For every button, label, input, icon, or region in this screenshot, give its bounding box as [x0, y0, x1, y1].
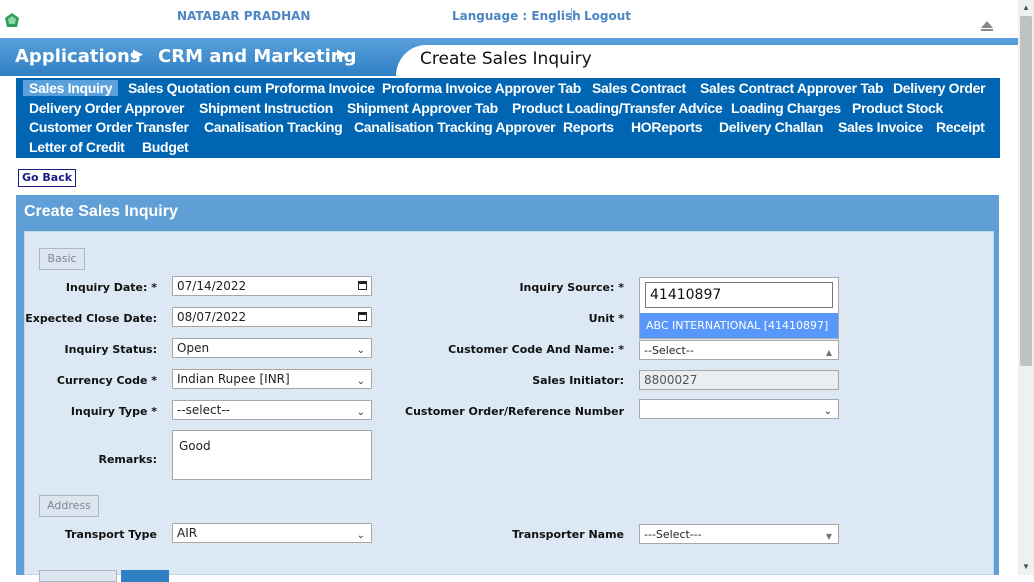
- breadcrumb-module[interactable]: CRM and Marketing: [158, 46, 356, 67]
- menu-item-receipt[interactable]: Receipt: [936, 119, 985, 135]
- customer-code-select[interactable]: --Select-- ▲: [639, 340, 839, 360]
- customer-code-label: Customer Code And Name: *: [448, 343, 624, 356]
- menu-item-budget[interactable]: Budget: [142, 139, 189, 155]
- menu-item-sales-inquiry[interactable]: Sales Inquiry: [23, 80, 119, 96]
- basic-section-button[interactable]: Basic: [39, 248, 85, 270]
- currency-code-select[interactable]: Indian Rupee [INR] ⌄: [172, 369, 372, 389]
- inquiry-status-label: Inquiry Status:: [64, 343, 157, 356]
- menu-item-shipment-approver[interactable]: Shipment Approver Tab: [347, 100, 498, 116]
- menu-item-canalisation-tracking[interactable]: Canalisation Tracking: [204, 119, 343, 135]
- transporter-name-value: ---Select---: [644, 528, 702, 541]
- remarks-textarea[interactable]: Good: [172, 430, 372, 480]
- menu-item-product-stock[interactable]: Product Stock: [852, 100, 943, 116]
- chevron-down-icon: ⌄: [356, 345, 365, 356]
- menu-item-product-loading[interactable]: Product Loading/Transfer Advice: [512, 100, 723, 116]
- menu-item-shipment-instruction[interactable]: Shipment Instruction: [199, 100, 333, 116]
- menu-item-horeports[interactable]: HOReports: [631, 119, 703, 135]
- chevron-down-icon: ▼: [825, 532, 832, 541]
- menu-item-reports[interactable]: Reports: [563, 119, 614, 135]
- calendar-icon[interactable]: [358, 312, 367, 321]
- module-menu: Sales Inquiry Sales Quotation cum Profor…: [16, 78, 1000, 158]
- menu-item-delivery-challan[interactable]: Delivery Challan: [719, 119, 823, 135]
- panel-title: Create Sales Inquiry: [24, 203, 178, 220]
- chevron-down-icon: ⌄: [356, 407, 365, 418]
- customer-search-input[interactable]: 41410897: [645, 282, 833, 308]
- inquiry-source-label: Inquiry Source: *: [519, 281, 624, 294]
- menu-item-loading-charges[interactable]: Loading Charges: [731, 100, 841, 116]
- customer-order-ref-select[interactable]: ⌄: [639, 399, 839, 419]
- menu-item-sales-contract-approver[interactable]: Sales Contract Approver Tab: [700, 80, 884, 96]
- dropdown-option[interactable]: ABC INTERNATIONAL [41410897]: [640, 313, 838, 338]
- chevron-down-icon: ⌄: [356, 376, 365, 387]
- address-section-button[interactable]: Address: [39, 495, 99, 517]
- chevron-up-icon: ▲: [825, 348, 832, 357]
- inquiry-type-select[interactable]: --select-- ⌄: [172, 400, 372, 420]
- reset-button[interactable]: [39, 570, 117, 582]
- menu-item-sales-invoice[interactable]: Sales Invoice: [838, 119, 923, 135]
- chevron-down-icon: ⌄: [356, 530, 365, 541]
- chevron-right-icon: ▶: [337, 46, 347, 61]
- scroll-down-arrow-icon[interactable]: ▼: [1018, 559, 1034, 575]
- inquiry-type-label: Inquiry Type *: [70, 405, 157, 418]
- expected-close-date-value: 08/07/2022: [177, 310, 247, 324]
- customer-order-ref-label: Customer Order/Reference Number: [405, 405, 624, 418]
- chevron-down-icon: ⌄: [823, 406, 832, 417]
- user-name: NATABAR PRADHAN: [177, 9, 311, 23]
- menu-item-delivery-order[interactable]: Delivery Order: [893, 80, 986, 96]
- transport-type-value: AIR: [177, 526, 198, 540]
- menu-item-canalisation-approver[interactable]: Canalisation Tracking Approver: [354, 119, 556, 135]
- inquiry-date-value: 07/14/2022: [177, 279, 247, 293]
- inquiry-type-value: --select--: [177, 403, 230, 417]
- transport-type-label: Transport Type: [64, 528, 157, 541]
- expected-close-date-input[interactable]: 08/07/2022: [172, 307, 372, 327]
- inquiry-status-select[interactable]: Open ⌄: [172, 338, 372, 358]
- scroll-up-arrow-icon[interactable]: ▲: [1018, 0, 1034, 16]
- home-logo-icon[interactable]: [4, 12, 20, 28]
- transporter-name-label: Transporter Name: [512, 528, 624, 541]
- calendar-icon[interactable]: [358, 281, 367, 290]
- vertical-scrollbar[interactable]: ▲ ▼: [1018, 0, 1034, 575]
- unit-label: Unit *: [588, 312, 624, 325]
- breadcrumb-applications[interactable]: Applications: [15, 46, 141, 67]
- inquiry-status-value: Open: [177, 341, 210, 355]
- language-selector[interactable]: Language : English: [452, 9, 581, 23]
- customer-code-value: --Select--: [644, 344, 694, 357]
- sales-initiator-label: Sales Initiator:: [532, 374, 624, 387]
- menu-item-customer-order-transfer[interactable]: Customer Order Transfer: [29, 119, 189, 135]
- currency-code-label: Currency Code *: [56, 374, 157, 387]
- inquiry-date-input[interactable]: 07/14/2022: [172, 276, 372, 296]
- logout-link[interactable]: Logout: [584, 9, 631, 23]
- menu-item-letter-of-credit[interactable]: Letter of Credit: [29, 139, 125, 155]
- transport-type-select[interactable]: AIR ⌄: [172, 523, 372, 543]
- menu-item-sales-contract[interactable]: Sales Contract: [592, 80, 686, 96]
- sales-initiator-field: 8800027: [639, 370, 839, 390]
- submit-button[interactable]: [121, 570, 169, 582]
- customer-dropdown-popup: 41410897 ABC INTERNATIONAL [41410897]: [639, 277, 839, 339]
- collapse-icon[interactable]: [980, 20, 994, 32]
- form-body: [24, 231, 994, 575]
- currency-code-value: Indian Rupee [INR]: [177, 372, 290, 386]
- top-bar: NATABAR PRADHAN Language : English Logou…: [0, 0, 1018, 38]
- go-back-button[interactable]: Go Back: [18, 169, 76, 187]
- menu-item-proforma-approver[interactable]: Proforma Invoice Approver Tab: [382, 80, 581, 96]
- page-title: Create Sales Inquiry: [420, 49, 592, 69]
- header-divider: [571, 8, 572, 22]
- inquiry-date-label: Inquiry Date: *: [65, 281, 157, 294]
- remarks-label: Remarks:: [98, 453, 157, 466]
- chevron-right-icon: ▶: [133, 46, 143, 61]
- scroll-thumb[interactable]: [1020, 16, 1032, 366]
- transporter-name-select[interactable]: ---Select--- ▼: [639, 524, 839, 544]
- expected-close-date-label: Expected Close Date:: [25, 312, 157, 325]
- menu-item-sales-quotation[interactable]: Sales Quotation cum Proforma Invoice: [128, 80, 375, 96]
- menu-item-delivery-order-approver[interactable]: Delivery Order Approver: [29, 100, 185, 116]
